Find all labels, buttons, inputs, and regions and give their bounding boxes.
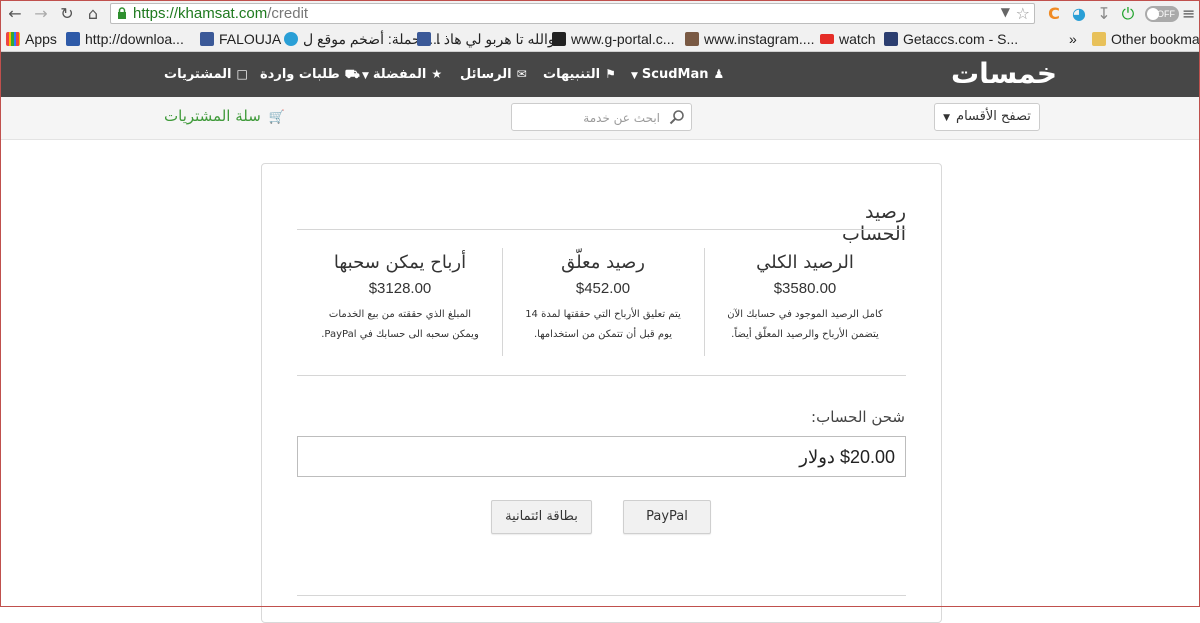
column-divider <box>502 248 503 356</box>
bookmark-watch[interactable]: watch <box>820 30 876 49</box>
balance-pending-desc: يتم تعليق الأرباح التي حققتها لمدة 14 يوم… <box>525 309 681 340</box>
bookmark-download[interactable]: http://downloa... <box>66 30 184 49</box>
facebook-icon <box>200 32 214 46</box>
forward-arrow-icon[interactable]: → <box>30 3 52 25</box>
balance-withdrawable: أرباح يمكن سحبها $3128.00 المبلغ الذي حق… <box>300 248 500 356</box>
nav-notifications[interactable]: ⚑التنبيهات <box>543 52 616 97</box>
credit-card-button[interactable]: بطاقة ائتمانية <box>491 500 592 534</box>
chevron-down-icon: ▼ <box>362 71 369 81</box>
charge-label: شحن الحساب: <box>811 408 905 426</box>
power-download-icon[interactable]: ⏻ <box>1118 4 1138 24</box>
bottom-divider <box>297 595 906 596</box>
download-icon[interactable]: ↧ <box>1094 4 1114 24</box>
envelope-icon: ✉ <box>516 67 527 81</box>
balance-divider <box>297 375 906 376</box>
bookmarks-bar: Apps http://downloa... FALOUJA الحملة: أ… <box>0 28 1200 52</box>
folder-open-icon: □ <box>236 67 248 81</box>
site-header: خمسات ♟ScudMan▼ ⚑التنبيهات ✉الرسائل ★الم… <box>0 52 1200 97</box>
home-icon[interactable]: ⌂ <box>82 3 104 25</box>
extension-c-icon[interactable]: C <box>1044 4 1064 24</box>
extension-toggle[interactable]: OFF <box>1145 6 1179 22</box>
balance-total: الرصيد الكلي $3580.00 كامل الرصيد الموجو… <box>705 248 905 356</box>
balance-total-amount: $3580.00 <box>773 280 837 297</box>
bookmarks-overflow[interactable]: » <box>1069 30 1077 49</box>
nav-messages[interactable]: ✉الرسائل <box>460 52 527 97</box>
reload-icon[interactable]: ↻ <box>56 3 78 25</box>
charge-amount-field <box>297 436 906 477</box>
lock-icon <box>118 7 126 19</box>
book-icon <box>66 32 80 46</box>
balance-withdrawable-amount: $3128.00 <box>368 280 432 297</box>
cart-icon: 🛒 <box>268 110 285 125</box>
balance-total-desc: كامل الرصيد الموجود في حسابك الآن يتضمن ا… <box>727 309 883 340</box>
balance-total-title: الرصيد الكلي <box>756 252 854 273</box>
search-icon[interactable] <box>669 109 685 125</box>
page-title: رصيد الحساب <box>842 201 906 245</box>
balance-pending-amount: $452.00 <box>575 280 631 297</box>
sub-header: تصفح الأقسام▼ 🛒سلة المشتريات <box>0 97 1200 140</box>
facebook-icon <box>417 32 431 46</box>
browse-categories-dropdown[interactable]: تصفح الأقسام▼ <box>934 103 1040 131</box>
nav-user-menu[interactable]: ♟ScudMan▼ <box>631 52 724 97</box>
bookmark-gportal[interactable]: www.g-portal.c... <box>552 30 674 49</box>
gportal-icon <box>552 32 566 46</box>
chevron-down-icon: ▼ <box>631 71 638 81</box>
user-icon: ♟ <box>713 67 725 81</box>
s-icon <box>884 32 898 46</box>
bookmark-apps[interactable]: Apps <box>6 30 57 49</box>
charge-amount-input[interactable] <box>308 442 897 472</box>
balance-pending-title: رصيد معلّق <box>561 252 645 273</box>
browser-toolbar: ← → ↻ ⌂ https://khamsat.com/credit ▼ ☆ C… <box>0 0 1200 29</box>
balance-withdrawable-title: أرباح يمكن سحبها <box>333 252 467 273</box>
truck-icon: ⛟ <box>344 67 360 81</box>
youtube-icon <box>820 34 834 44</box>
star-icon: ★ <box>431 67 443 81</box>
bookmark-falouja[interactable]: FALOUJA <box>200 30 281 49</box>
search-input[interactable] <box>518 107 662 129</box>
chevron-down-icon: ▼ <box>943 113 951 123</box>
folder-icon <box>1092 32 1106 46</box>
nav-favorites[interactable]: ★المفضلة▼ <box>362 52 442 97</box>
nav-incoming-orders[interactable]: ⛟طلبات واردة <box>260 52 360 97</box>
address-dropdown-icon[interactable]: ▼ <box>1001 5 1010 19</box>
balance-withdrawable-desc: المبلغ الذي حققته من بيع الخدمات ويمكن سح… <box>321 309 479 340</box>
cart-link[interactable]: 🛒سلة المشتريات <box>164 107 285 125</box>
apps-grid-icon <box>6 32 20 46</box>
globe-icon <box>284 32 298 46</box>
url-text: https://khamsat.com/credit <box>133 5 309 22</box>
menu-icon[interactable]: ≡ <box>1182 4 1198 24</box>
bookmark-getaccs[interactable]: Getaccs.com - S... <box>884 30 1018 49</box>
bookmark-instagram[interactable]: www.instagram.... <box>685 30 814 49</box>
instagram-icon <box>685 32 699 46</box>
flag-icon: ⚑ <box>605 67 616 81</box>
search-box <box>511 103 692 131</box>
title-divider <box>297 229 906 230</box>
bookmark-fb-post[interactable]: والله تا هربو لي هاذ ا... <box>417 30 566 49</box>
address-bar[interactable]: https://khamsat.com/credit ▼ ☆ <box>110 3 1035 24</box>
bookmark-other[interactable]: Other bookmarks <box>1092 30 1200 49</box>
balance-pending: رصيد معلّق $452.00 يتم تعليق الأرباح الت… <box>503 248 703 356</box>
back-arrow-icon[interactable]: ← <box>4 3 26 25</box>
paypal-button[interactable]: PayPal <box>623 500 711 534</box>
bookmark-star-icon[interactable]: ☆ <box>1016 4 1030 23</box>
nav-purchases[interactable]: □المشتريات <box>164 52 248 97</box>
headphones-icon[interactable]: ◕ <box>1069 4 1089 24</box>
column-divider <box>704 248 705 356</box>
site-logo[interactable]: خمسات <box>951 59 1057 91</box>
